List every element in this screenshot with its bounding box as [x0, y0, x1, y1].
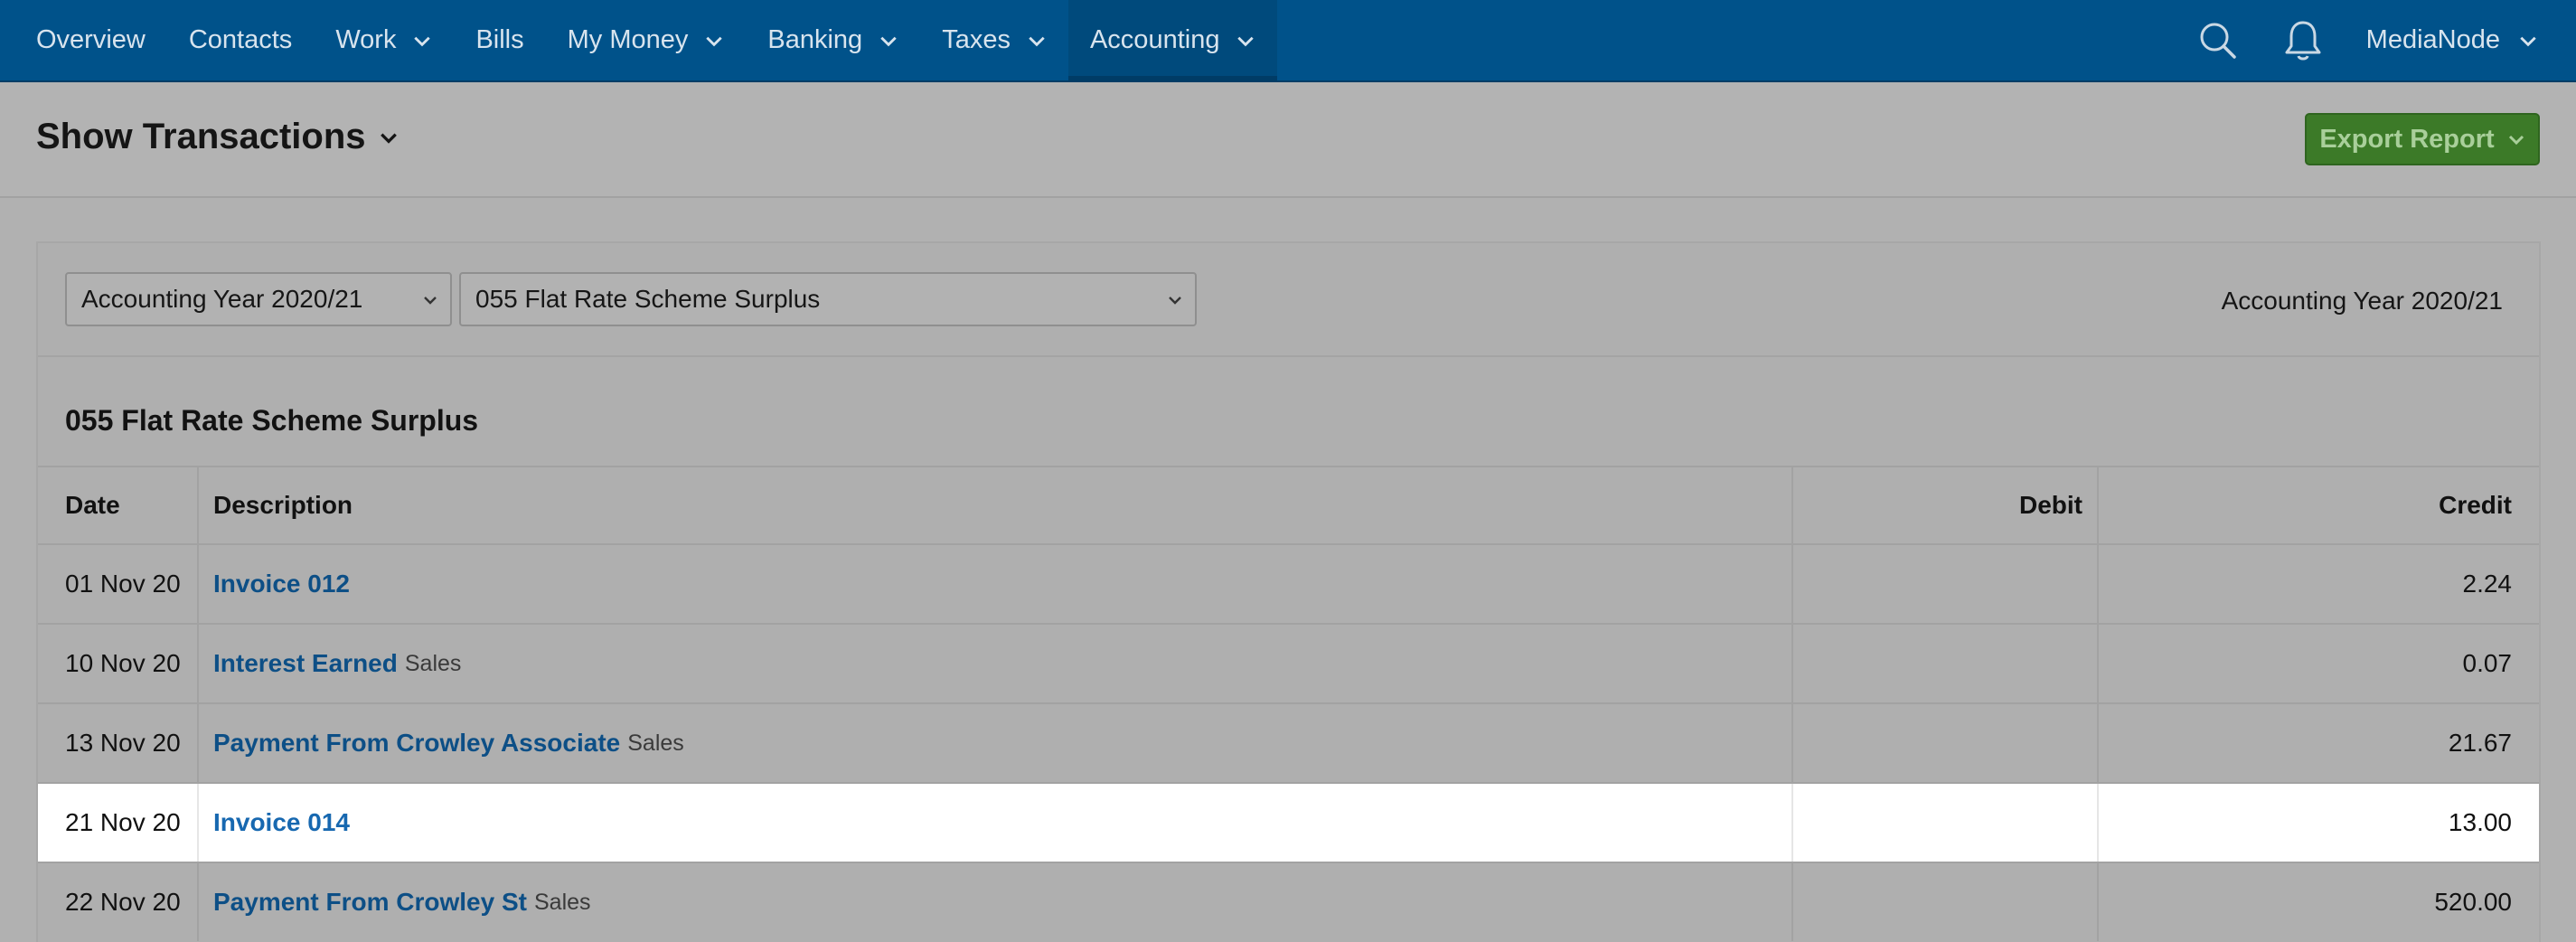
bell-icon[interactable]: [2281, 19, 2325, 62]
row-date: 22 Nov 20: [38, 863, 199, 941]
account-name: MediaNode: [2365, 25, 2500, 54]
transactions-panel: Accounting Year 2020/21 055 Flat Rate Sc…: [36, 241, 2541, 942]
nav-item-label: Accounting: [1089, 25, 1220, 54]
column-header-debit[interactable]: Debit: [1793, 467, 2099, 543]
select-value: Accounting Year 2020/21: [81, 285, 363, 313]
nav-item-contacts[interactable]: Contacts: [167, 0, 314, 80]
page-header: Show Transactions Export Report: [0, 82, 2576, 198]
row-credit: 520.00: [2434, 888, 2512, 916]
nav-item-label: Taxes: [942, 25, 1011, 54]
row-debit: [1793, 625, 2099, 702]
transaction-link[interactable]: Invoice 012: [213, 570, 350, 598]
chevron-down-icon: [2520, 36, 2536, 46]
row-credit: 13.00: [2448, 808, 2512, 836]
transaction-link[interactable]: Payment From Crowley Associate: [213, 729, 620, 758]
row-debit: [1793, 704, 2099, 782]
category-tag: Sales: [404, 650, 462, 676]
row-date: 13 Nov 20: [38, 704, 199, 782]
nav-item-my-money[interactable]: My Money: [546, 0, 747, 80]
transaction-link[interactable]: Invoice 014: [213, 808, 350, 837]
row-date: 01 Nov 20: [38, 545, 199, 623]
page-title-dropdown[interactable]: Show Transactions: [36, 117, 399, 157]
chevron-down-icon: [414, 36, 431, 46]
chevron-down-icon: [1169, 297, 1181, 305]
category-tag: Sales: [533, 889, 591, 915]
row-credit: 21.67: [2448, 729, 2512, 757]
column-header-date[interactable]: Date: [38, 467, 199, 543]
chevron-down-icon: [2508, 135, 2524, 146]
search-icon[interactable]: [2196, 19, 2240, 62]
transaction-link[interactable]: Payment From Crowley St: [213, 888, 527, 917]
row-credit: 0.07: [2462, 649, 2513, 677]
column-header-description[interactable]: Description: [199, 467, 1793, 543]
chevron-down-icon: [380, 133, 397, 144]
nav-item-overview[interactable]: Overview: [0, 0, 167, 80]
nav-item-banking[interactable]: Banking: [746, 0, 920, 80]
accounting-year-select[interactable]: Accounting Year 2020/21: [65, 272, 452, 326]
row-credit: 2.24: [2462, 570, 2513, 598]
row-description: Payment From Crowley Associate Sales: [199, 704, 1793, 782]
table-row: 01 Nov 20 Invoice 012 2.24: [38, 543, 2539, 623]
row-date: 21 Nov 20: [38, 784, 199, 862]
export-report-label: Export Report: [2319, 124, 2495, 154]
nav-item-label: Banking: [767, 25, 863, 54]
column-header-credit[interactable]: Credit: [2099, 467, 2539, 543]
select-value: 055 Flat Rate Scheme Surplus: [475, 285, 821, 313]
row-description: Invoice 014: [199, 784, 1793, 862]
transactions-table: Date Description Debit Credit 01 Nov 20 I…: [38, 466, 2539, 941]
filter-bar: Accounting Year 2020/21 055 Flat Rate Sc…: [38, 243, 2539, 357]
row-debit: [1793, 784, 2099, 862]
top-navigation: Overview Contacts Work Bills My Money Ba…: [0, 0, 2576, 82]
nav-right-group: MediaNode: [2196, 0, 2576, 80]
row-description: Interest Earned Sales: [199, 625, 1793, 702]
row-debit: [1793, 545, 2099, 623]
ledger-title: 055 Flat Rate Scheme Surplus: [65, 404, 479, 437]
category-tag: Sales: [627, 730, 684, 756]
nav-item-bills[interactable]: Bills: [454, 0, 545, 80]
account-select[interactable]: 055 Flat Rate Scheme Surplus: [459, 272, 1197, 326]
chevron-down-icon: [424, 297, 437, 305]
chevron-down-icon: [880, 36, 897, 46]
row-debit: [1793, 863, 2099, 941]
nav-item-label: Bills: [475, 25, 524, 54]
nav-item-taxes[interactable]: Taxes: [920, 0, 1068, 80]
row-description: Invoice 012: [199, 545, 1793, 623]
nav-item-accounting[interactable]: Accounting: [1067, 0, 1278, 81]
table-row: 22 Nov 20 Payment From Crowley St Sales 520…: [38, 862, 2539, 941]
nav-item-work[interactable]: Work: [314, 0, 454, 80]
nav-item-label: My Money: [567, 25, 689, 54]
nav-item-label: Contacts: [188, 25, 293, 54]
row-date: 10 Nov 20: [38, 625, 199, 702]
row-description: Payment From Crowley St Sales: [199, 863, 1793, 941]
nav-item-label: Work: [335, 25, 397, 54]
account-menu[interactable]: MediaNode: [2366, 25, 2576, 55]
table-header-row: Date Description Debit Credit: [38, 466, 2539, 543]
transaction-link[interactable]: Interest Earned: [213, 649, 398, 678]
chevron-down-icon: [706, 36, 723, 46]
table-row: 21 Nov 20 Invoice 014 13.00: [38, 782, 2539, 862]
chevron-down-icon: [1029, 36, 1045, 46]
chevron-down-icon: [1237, 36, 1255, 46]
export-report-button[interactable]: Export Report: [2305, 113, 2540, 165]
page-title: Show Transactions: [36, 117, 366, 156]
table-row: 13 Nov 20 Payment From Crowley Associate S…: [38, 702, 2539, 782]
nav-item-label: Overview: [36, 25, 146, 54]
table-row: 10 Nov 20 Interest Earned Sales 0.07: [38, 623, 2539, 702]
period-label: Accounting Year 2020/21: [2221, 287, 2503, 315]
